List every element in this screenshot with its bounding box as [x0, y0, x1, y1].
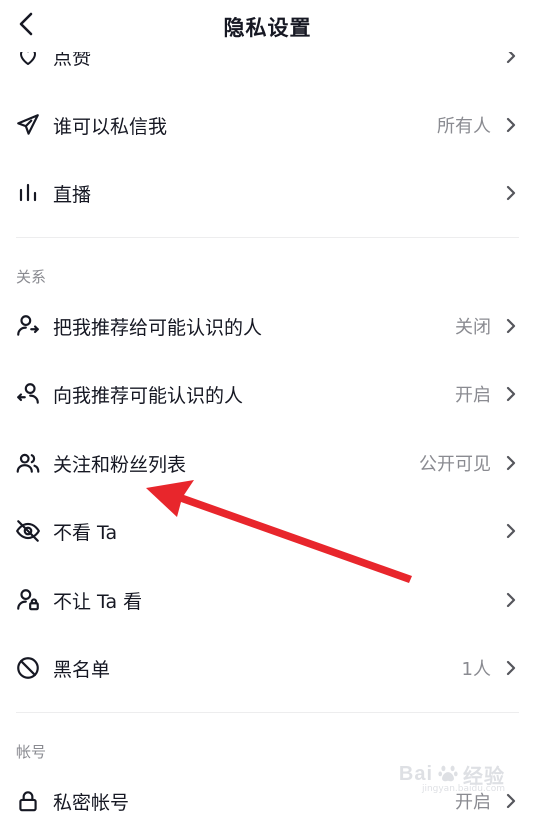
- chevron-right-icon: [503, 453, 519, 473]
- send-icon: [14, 111, 42, 139]
- section-title-account: 帐号: [16, 743, 47, 761]
- row-value: 公开可见: [419, 454, 491, 475]
- chevron-right-icon: [503, 115, 519, 135]
- chevron-right-icon: [503, 316, 519, 336]
- row-label: 向我推荐可能认识的人: [53, 384, 244, 407]
- divider: [16, 237, 519, 238]
- row-value: 关闭: [455, 317, 491, 338]
- row-value: 1人: [461, 659, 491, 680]
- block-icon: [14, 654, 42, 682]
- row-who-can-message[interactable]: 谁可以私信我 所有人: [0, 91, 535, 159]
- row-label: 不让 Ta 看: [53, 590, 143, 613]
- row-label: 黑名单: [53, 658, 111, 681]
- user-recommend-out-icon: [14, 312, 42, 340]
- watermark: Bai 经验 jingyan.baidu.com: [398, 760, 505, 794]
- row-recommend-to-me[interactable]: 向我推荐可能认识的人 开启: [0, 360, 535, 428]
- row-dont-see-them[interactable]: 不看 Ta: [0, 497, 535, 565]
- chevron-right-icon: [503, 521, 519, 541]
- user-recommend-in-icon: [14, 380, 42, 408]
- settings-list[interactable]: 点赞 谁可以私信我 所有人 直播 关系 把我推荐给可能认识的人 关闭 向我推荐可…: [0, 0, 535, 814]
- row-follow-fans-list[interactable]: 关注和粉丝列表 公开可见: [0, 429, 535, 497]
- row-blacklist[interactable]: 黑名单 1人: [0, 634, 535, 702]
- nav-header: 隐私设置: [0, 0, 535, 52]
- watermark-brand: Bai: [398, 763, 433, 785]
- eye-off-icon: [14, 517, 42, 545]
- chevron-right-icon: [503, 658, 519, 678]
- row-dont-let-them-see[interactable]: 不让 Ta 看: [0, 566, 535, 634]
- chevron-right-icon: [503, 791, 519, 811]
- row-recommend-me[interactable]: 把我推荐给可能认识的人 关闭: [0, 292, 535, 360]
- row-label: 私密帐号: [53, 791, 130, 814]
- page-title: 隐私设置: [223, 16, 312, 40]
- row-label: 谁可以私信我: [53, 115, 168, 138]
- section-title-relations: 关系: [16, 268, 47, 286]
- row-label: 不看 Ta: [53, 521, 118, 544]
- chevron-right-icon: [503, 384, 519, 404]
- chevron-right-icon: [503, 590, 519, 610]
- row-label: 把我推荐给可能认识的人: [53, 316, 263, 339]
- row-live[interactable]: 直播: [0, 159, 535, 227]
- watermark-sub: jingyan.baidu.com: [421, 784, 505, 794]
- row-value: 开启: [455, 385, 491, 406]
- divider: [16, 712, 519, 713]
- users-icon: [14, 449, 42, 477]
- row-label: 关注和粉丝列表: [53, 453, 187, 476]
- bar-chart-icon: [14, 179, 42, 207]
- row-label: 直播: [53, 183, 92, 206]
- chevron-right-icon: [503, 183, 519, 203]
- user-lock-icon: [14, 586, 42, 614]
- row-value: 所有人: [437, 116, 491, 137]
